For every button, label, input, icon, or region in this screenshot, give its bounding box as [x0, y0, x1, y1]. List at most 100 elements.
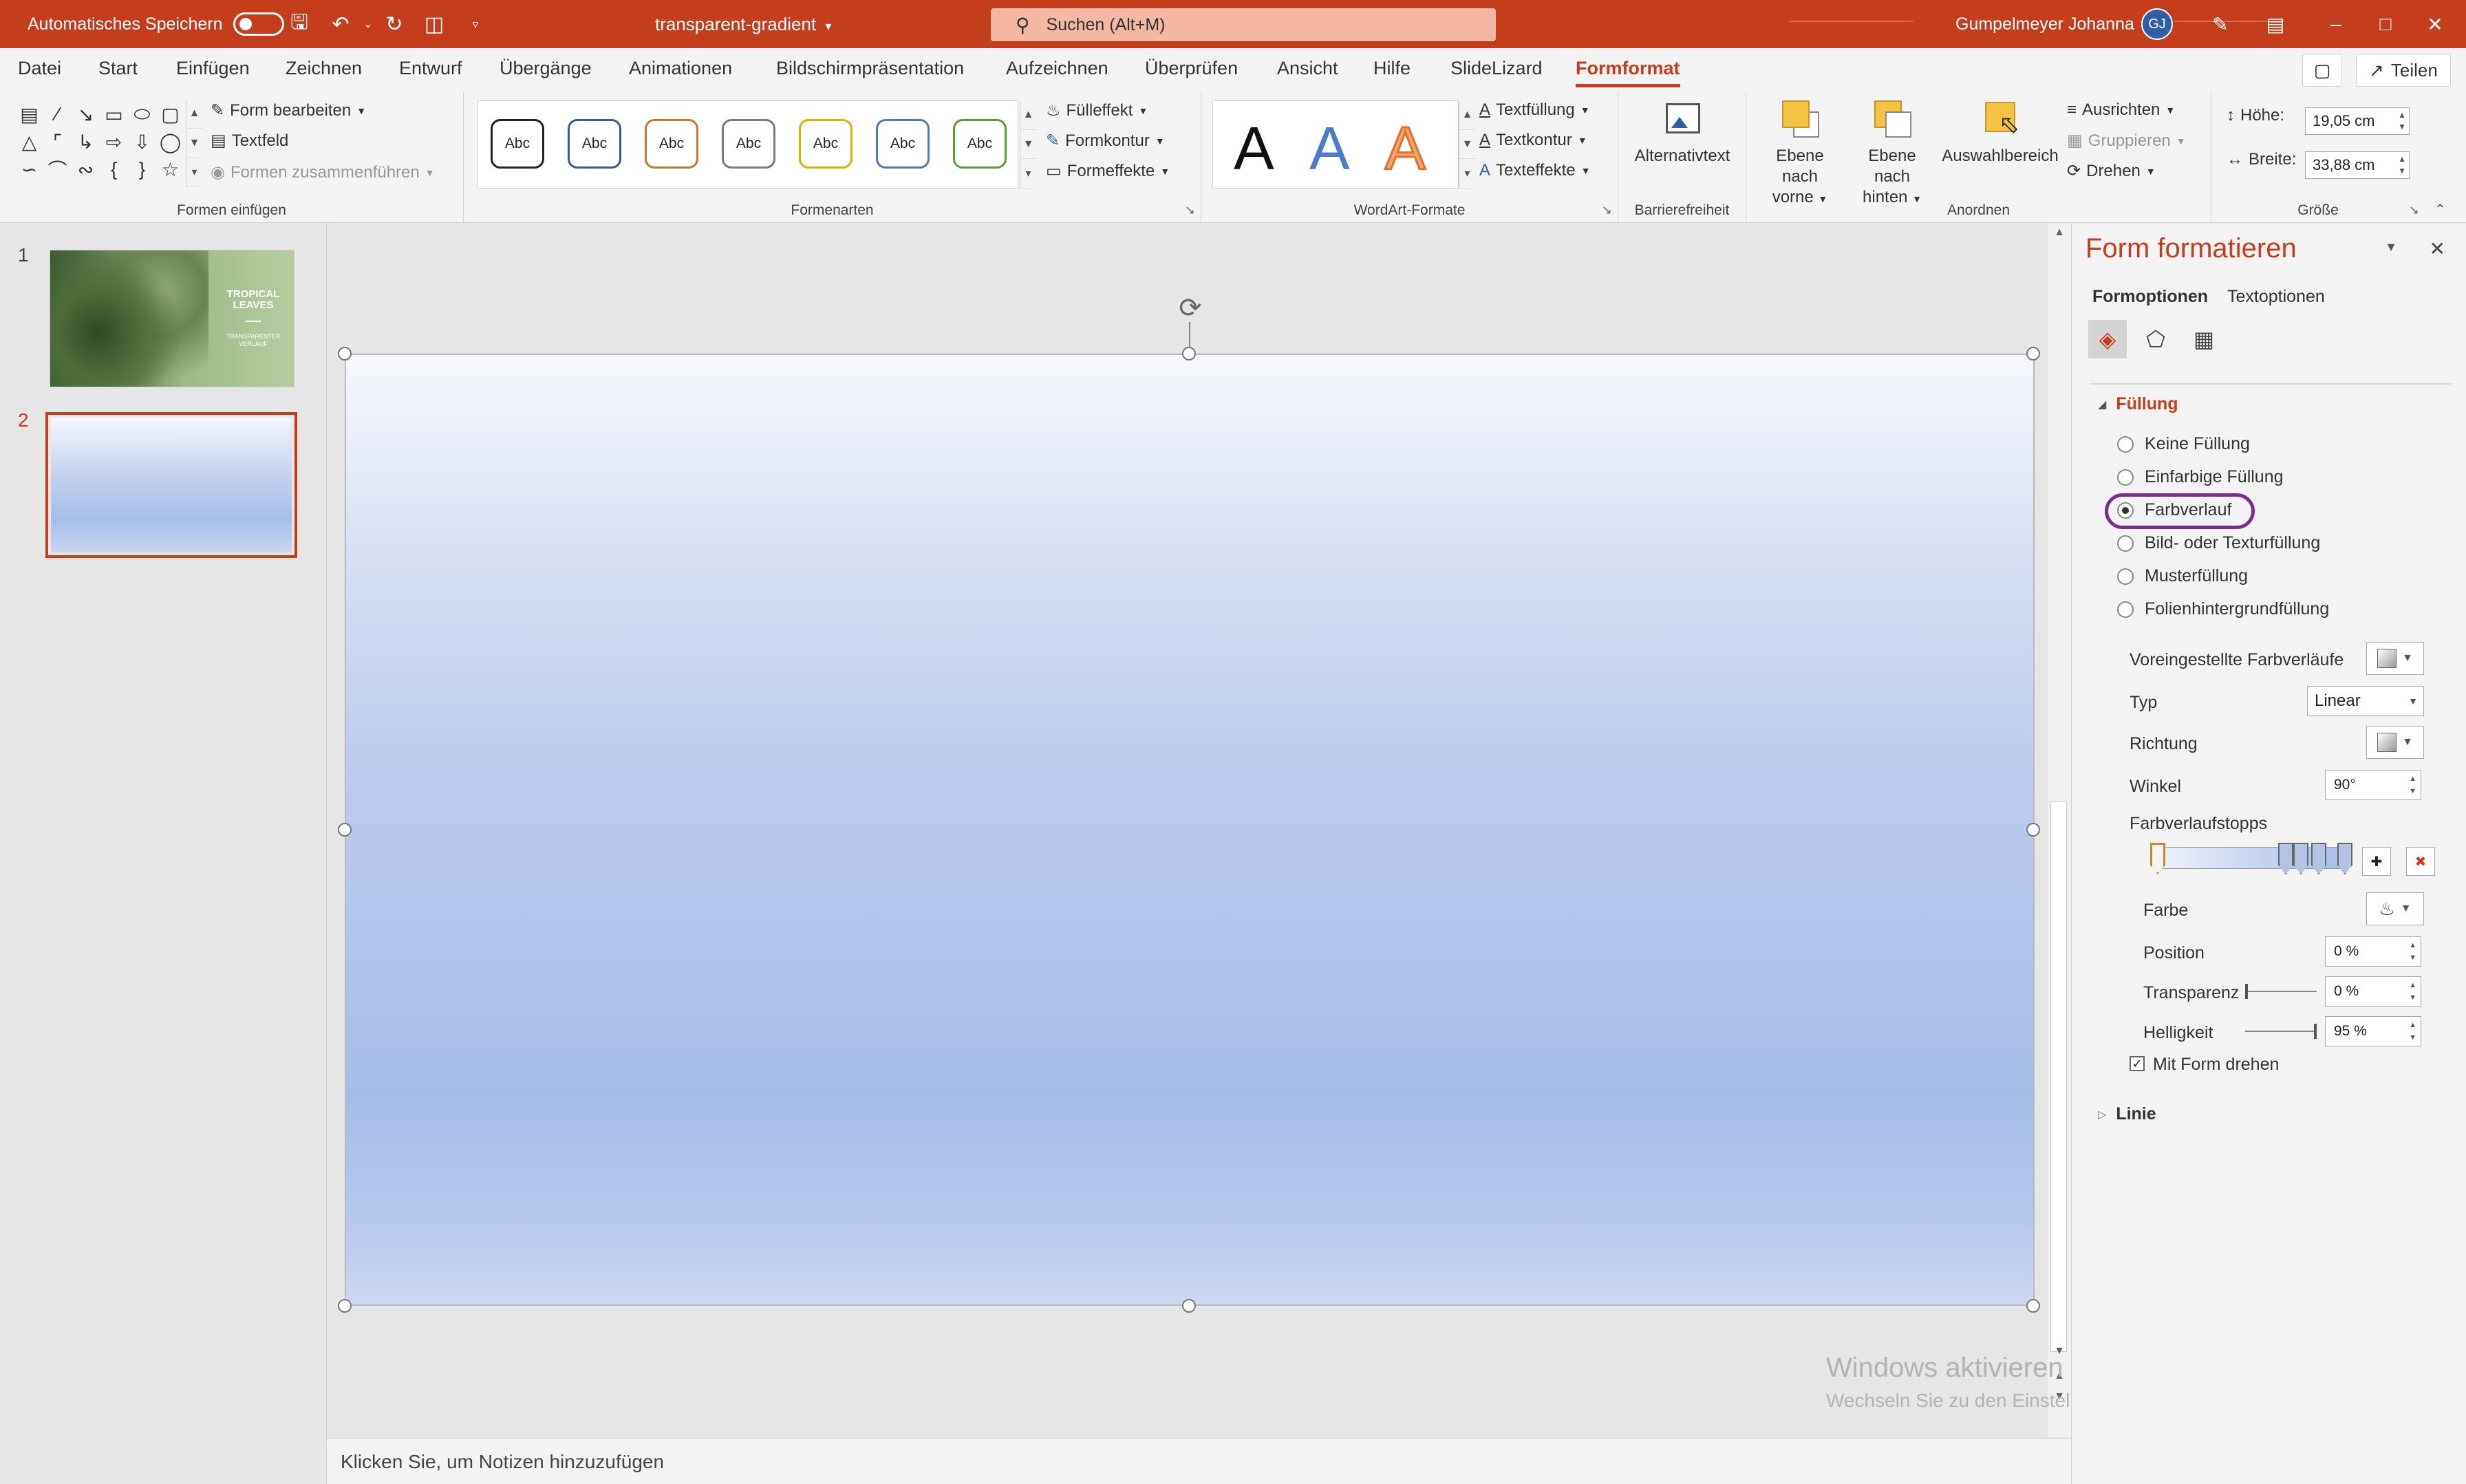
line-section-header[interactable]: ▷ Linie: [2098, 1104, 2156, 1124]
radio-button[interactable]: [2117, 435, 2134, 453]
rounded-rectangle-shape-icon[interactable]: ▢: [156, 100, 184, 128]
tab-animationen[interactable]: Animationen: [629, 58, 732, 79]
color-picker-dropdown[interactable]: ♨ ▼: [2366, 892, 2424, 925]
dialog-launcher-icon[interactable]: ↘: [1185, 203, 1195, 217]
gradient-stop[interactable]: [2293, 843, 2308, 874]
scroll-up-icon[interactable]: ▲: [1459, 100, 1475, 130]
scroll-up-icon[interactable]: ▲: [1020, 100, 1036, 130]
size-properties-icon[interactable]: ▦: [2185, 320, 2223, 358]
share-button[interactable]: ↗ Teilen: [2356, 54, 2451, 87]
shape-style-swatch[interactable]: Abc: [953, 119, 1007, 169]
more-icon[interactable]: ▾: [1459, 159, 1475, 189]
more-icon[interactable]: ▾: [186, 158, 202, 188]
tab-bildschirmpraesentation[interactable]: Bildschirmpräsentation: [776, 58, 964, 79]
connector-shape-icon[interactable]: ⌜: [43, 128, 72, 155]
text-outline-button[interactable]: A Textkontur ▼: [1479, 131, 1587, 150]
radio-button[interactable]: [2117, 601, 2134, 618]
radio-button[interactable]: [2117, 535, 2134, 552]
tab-ansicht[interactable]: Ansicht: [1277, 58, 1338, 79]
flowchart-shape-icon[interactable]: ◯: [156, 128, 184, 155]
brightness-input[interactable]: 95 % ▲ ▼: [2325, 1016, 2421, 1046]
arrow-right-shape-icon[interactable]: ⇨: [100, 128, 128, 155]
tab-ueberpruefen[interactable]: Überprüfen: [1145, 58, 1238, 79]
shape-style-swatch[interactable]: Abc: [799, 119, 853, 169]
resize-handle-bottom-right[interactable]: [2026, 1299, 2040, 1313]
transparency-slider-knob[interactable]: [2245, 984, 2248, 999]
arrow-down-shape-icon[interactable]: ⇩: [128, 128, 156, 155]
transparency-input[interactable]: 0 % ▲ ▼: [2325, 976, 2421, 1007]
brace-left-shape-icon[interactable]: {: [100, 155, 128, 183]
textbox-shape-icon[interactable]: ▤: [15, 100, 43, 128]
scrollbar-thumb[interactable]: [2050, 802, 2067, 1352]
tab-uebergaenge[interactable]: Übergänge: [500, 58, 592, 79]
rectangle-shape-icon[interactable]: ▭: [100, 100, 128, 128]
bring-forward-button[interactable]: Ebene nach vorne ▼: [1756, 99, 1844, 209]
textbox-button[interactable]: ▤ Textfeld: [211, 131, 288, 151]
shape-style-swatch[interactable]: Abc: [491, 119, 544, 169]
tab-datei[interactable]: Datei: [18, 58, 61, 79]
resize-handle-left[interactable]: [338, 823, 352, 837]
resize-handle-top-left[interactable]: [338, 347, 352, 361]
pane-options-icon[interactable]: ▼: [2385, 240, 2397, 255]
more-icon[interactable]: ▾: [1020, 159, 1036, 189]
undo-dropdown-icon[interactable]: ⌄: [354, 10, 383, 39]
gradient-stop[interactable]: [2278, 843, 2293, 874]
dialog-launcher-icon[interactable]: ↘: [1602, 203, 1612, 217]
wordart-style-black[interactable]: A: [1234, 114, 1274, 184]
resize-handle-right[interactable]: [2026, 823, 2040, 837]
group-objects-button[interactable]: ▦ Gruppieren ▼: [2067, 131, 2186, 151]
shape-effects-button[interactable]: ▭ Formeffekte ▼: [1046, 161, 1170, 181]
present-icon[interactable]: ◫: [420, 10, 449, 39]
brightness-slider[interactable]: [2245, 1031, 2317, 1032]
scroll-up-icon[interactable]: ▲: [186, 99, 202, 129]
wordart-style-orange[interactable]: A: [1384, 114, 1427, 184]
height-input[interactable]: 19,05 cm ▲ ▼: [2305, 107, 2410, 135]
resize-handle-top-right[interactable]: [2026, 347, 2040, 361]
tab-slidelizard[interactable]: SlideLizard: [1450, 58, 1543, 79]
fill-section-header[interactable]: ◢ Füllung: [2098, 394, 2178, 414]
fill-option-pattern[interactable]: Musterfüllung: [2117, 566, 2248, 586]
tab-zeichnen[interactable]: Zeichnen: [286, 58, 362, 79]
preset-gradients-dropdown[interactable]: ▼: [2366, 642, 2424, 675]
gradient-stop[interactable]: [2337, 843, 2352, 874]
remove-gradient-stop-icon[interactable]: ✖: [2406, 847, 2435, 876]
shape-style-swatch[interactable]: Abc: [568, 119, 621, 169]
shapes-gallery-scroll[interactable]: ▲ ▼ ▾: [186, 99, 202, 188]
line-shape-icon[interactable]: ∕: [43, 100, 72, 128]
ribbon-display-icon[interactable]: ▤: [2251, 0, 2299, 48]
fill-option-background[interactable]: Folienhintergrundfüllung: [2117, 599, 2329, 619]
comment-button[interactable]: ▢: [2302, 54, 2342, 87]
resize-handle-top[interactable]: [1182, 347, 1196, 361]
tab-aufzeichnen[interactable]: Aufzeichnen: [1006, 58, 1108, 79]
align-button[interactable]: ≡ Ausrichten ▼: [2067, 100, 2175, 120]
minimize-icon[interactable]: –: [2312, 0, 2360, 48]
edit-shape-button[interactable]: ✎ Form bearbeiten ▼: [211, 100, 366, 120]
shape-style-swatch[interactable]: Abc: [876, 119, 930, 169]
add-gradient-stop-icon[interactable]: ✚: [2362, 847, 2391, 876]
width-input[interactable]: 33,88 cm ▲ ▼: [2305, 151, 2410, 179]
rotate-button[interactable]: ⟳ Drehen ▼: [2067, 161, 2156, 181]
wordart-gallery-scroll[interactable]: ▲ ▼ ▾: [1459, 100, 1475, 189]
position-spinner[interactable]: ▲ ▼: [2409, 939, 2416, 964]
pen-icon[interactable]: ✎: [2196, 0, 2244, 48]
star-shape-icon[interactable]: ☆: [156, 155, 184, 183]
gradient-rectangle-shape[interactable]: [345, 354, 2035, 1306]
search-box[interactable]: ⚲ Suchen (Alt+M): [991, 8, 1496, 41]
merge-shapes-button[interactable]: ◉ Formen zusammenführen ▼: [211, 162, 435, 182]
shape-style-swatch[interactable]: Abc: [722, 119, 775, 169]
fill-option-none[interactable]: Keine Füllung: [2117, 434, 2250, 454]
angle-input[interactable]: 90° ▲ ▼: [2325, 770, 2421, 800]
tab-entwurf[interactable]: Entwurf: [399, 58, 462, 79]
autosave-toggle[interactable]: [233, 12, 285, 36]
close-icon[interactable]: ✕: [2430, 237, 2445, 260]
freeform-shape-icon[interactable]: ∽: [15, 155, 43, 183]
slide-thumbnail-2[interactable]: [45, 412, 297, 558]
slide-thumbnail-1[interactable]: TROPICAL LEAVES TRANSPARENTER VERLAUF: [50, 250, 294, 387]
arc-shape-icon[interactable]: ⌒: [43, 155, 72, 183]
oval-shape-icon[interactable]: ⬭: [128, 100, 156, 128]
fill-option-picture[interactable]: Bild- oder Texturfüllung: [2117, 533, 2320, 553]
user-name[interactable]: Gumpelmeyer Johanna: [1955, 0, 2134, 48]
text-fill-button[interactable]: A Textfüllung ▼: [1479, 100, 1590, 120]
tab-shape-options[interactable]: Formoptionen: [2092, 287, 2208, 307]
angle-spinner[interactable]: ▲ ▼: [2409, 773, 2416, 797]
